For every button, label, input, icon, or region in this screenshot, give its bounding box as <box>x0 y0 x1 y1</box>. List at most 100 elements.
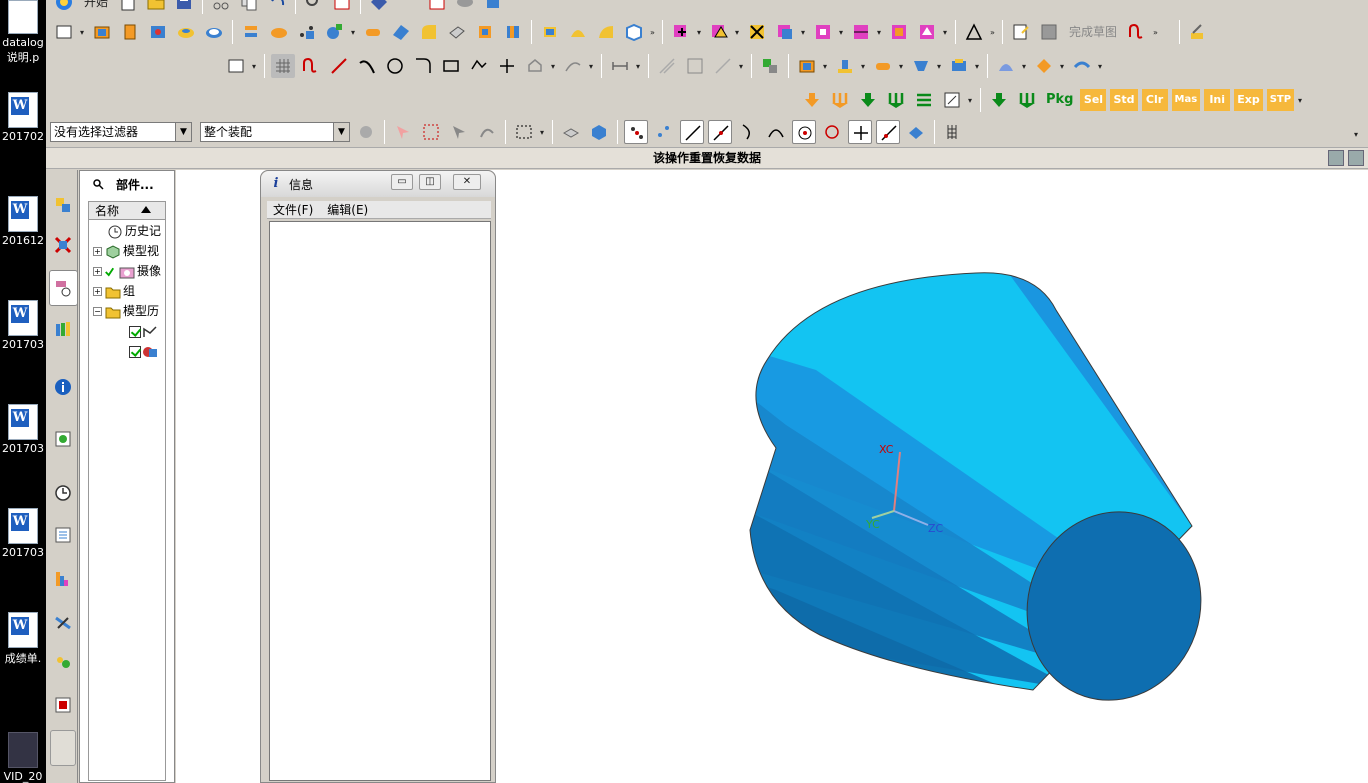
intersect-icon[interactable] <box>745 20 769 44</box>
snap-center-icon[interactable] <box>792 120 816 144</box>
arrow-down-green-icon[interactable] <box>856 88 880 112</box>
collapse-icon[interactable]: − <box>93 307 102 316</box>
chevron-down-icon[interactable]: ▾ <box>551 62 557 71</box>
desktop-item-video[interactable]: VID_20 <box>0 732 46 783</box>
command-finder-icon[interactable] <box>302 0 326 14</box>
rectangle-icon[interactable] <box>439 54 463 78</box>
hide-icon[interactable] <box>559 120 583 144</box>
stp-button[interactable]: STP <box>1266 89 1295 111</box>
multi-arrow-orange-icon[interactable] <box>828 88 852 112</box>
surface-icon[interactable] <box>994 54 1018 78</box>
chamfer-icon[interactable] <box>445 20 469 44</box>
circle-icon[interactable] <box>383 54 407 78</box>
shell-icon[interactable] <box>473 20 497 44</box>
select-face-icon[interactable] <box>447 120 471 144</box>
snap-intersection-icon[interactable] <box>876 120 900 144</box>
info-text-area[interactable] <box>269 221 491 781</box>
tube-icon[interactable] <box>361 20 385 44</box>
visibility-checkbox[interactable] <box>129 325 141 338</box>
desktop-item-transcript[interactable]: W 成绩单. <box>0 612 46 666</box>
split-body-icon[interactable] <box>849 20 873 44</box>
chevron-down-icon[interactable]: ▾ <box>861 62 867 71</box>
line-icon[interactable] <box>327 54 351 78</box>
chevron-down-icon[interactable]: ▼ <box>333 123 349 141</box>
chevron-down-icon[interactable]: ▾ <box>877 28 883 37</box>
chevron-down-icon[interactable]: ▾ <box>636 62 642 71</box>
assembly-icon[interactable] <box>758 54 782 78</box>
thicken-icon[interactable] <box>501 20 525 44</box>
auto-constrain-icon[interactable] <box>711 54 735 78</box>
chevron-down-icon[interactable]: ▾ <box>351 28 357 37</box>
minimize-button[interactable]: ▭ <box>391 174 413 190</box>
block-icon[interactable] <box>481 0 505 14</box>
chevron-down-icon[interactable]: ▾ <box>1060 62 1066 71</box>
tree-node-cameras[interactable]: + 摄像 <box>93 261 161 281</box>
select-body-icon[interactable] <box>419 120 443 144</box>
wave-geometry-icon[interactable] <box>915 20 939 44</box>
dimension-icon[interactable] <box>608 54 632 78</box>
ini-button[interactable]: Ini <box>1204 89 1231 111</box>
chevron-down-icon[interactable]: ▾ <box>899 62 905 71</box>
sweep-icon[interactable] <box>1070 54 1094 78</box>
chevron-down-icon[interactable]: ▾ <box>968 96 974 105</box>
chevron-down-icon[interactable]: ▾ <box>252 62 258 71</box>
menu-file[interactable]: 文件(F) <box>273 201 313 218</box>
snap-arc-center-icon[interactable] <box>764 120 788 144</box>
finish-sketch-label[interactable]: 完成草图 <box>1065 21 1121 43</box>
info-titlebar[interactable]: i 信息 ▭ ◫ ✕ <box>261 171 495 197</box>
unite-icon[interactable] <box>669 20 693 44</box>
chevron-down-icon[interactable]: ▾ <box>80 28 86 37</box>
assembly-navigator-tab[interactable] <box>50 188 76 224</box>
chevron-down-icon[interactable]: ▾ <box>1298 96 1304 105</box>
snap-line-point-icon[interactable] <box>708 120 732 144</box>
clr-button[interactable]: Clr <box>1141 89 1168 111</box>
patch-icon[interactable] <box>811 20 835 44</box>
boss-icon[interactable] <box>174 20 198 44</box>
sketch-rectangle-icon[interactable] <box>52 20 76 44</box>
cone-feature-icon[interactable] <box>909 54 933 78</box>
system-scenes-tab[interactable] <box>50 646 76 682</box>
fillet-icon[interactable] <box>411 54 435 78</box>
tree-node-feature-sketch[interactable] <box>129 321 160 341</box>
pin-icon[interactable] <box>92 178 104 190</box>
constraint-navigator-tab[interactable] <box>50 228 76 264</box>
datum-plane-icon[interactable] <box>833 54 857 78</box>
chevron-down-icon[interactable]: ▾ <box>839 28 845 37</box>
pkg-button[interactable]: Pkg <box>1043 89 1076 111</box>
rectangle-select-icon[interactable] <box>512 120 536 144</box>
offset-face-icon[interactable] <box>538 20 562 44</box>
chevron-down-icon[interactable]: ▾ <box>823 62 829 71</box>
more-icon[interactable]: » <box>990 28 996 37</box>
roles-tab[interactable] <box>50 606 76 642</box>
history-tab[interactable] <box>50 476 76 512</box>
trim-body-icon[interactable] <box>622 20 646 44</box>
tree-node-model-history[interactable]: − 模型历 <box>93 301 159 321</box>
drawing-sheet-icon[interactable] <box>940 88 964 112</box>
grid-snap-icon[interactable] <box>271 54 295 78</box>
close-button[interactable]: ✕ <box>453 174 481 190</box>
reuse-library-tab[interactable] <box>50 312 76 348</box>
start-label[interactable]: 开始 <box>80 0 112 13</box>
save-icon[interactable] <box>172 0 196 14</box>
hole-icon[interactable] <box>146 20 170 44</box>
subtract-icon[interactable] <box>707 20 731 44</box>
selection-scope-dropdown[interactable]: 整个装配 ▼ <box>200 122 350 142</box>
select-edge-icon[interactable] <box>475 120 499 144</box>
show-constraint-icon[interactable] <box>683 54 707 78</box>
tree-node-groups[interactable]: + 组 <box>93 281 135 301</box>
start-button[interactable] <box>52 0 76 14</box>
pocket-icon[interactable] <box>202 20 226 44</box>
chevron-down-icon[interactable]: ▾ <box>540 128 546 137</box>
cut-icon[interactable] <box>209 0 233 14</box>
pattern-icon[interactable] <box>239 20 263 44</box>
open-folder-icon[interactable] <box>144 0 168 14</box>
ellipse-icon[interactable] <box>523 54 547 78</box>
expand-icon[interactable]: + <box>93 247 102 256</box>
select-feature-icon[interactable] <box>391 120 415 144</box>
arrow-down-orange-icon[interactable] <box>800 88 824 112</box>
more-icon[interactable]: » <box>650 28 656 37</box>
mas-button[interactable]: Mas <box>1171 89 1201 111</box>
arrow-down-green-2-icon[interactable] <box>987 88 1011 112</box>
list-green-icon[interactable] <box>912 88 936 112</box>
multi-arrow-green-icon[interactable] <box>884 88 908 112</box>
